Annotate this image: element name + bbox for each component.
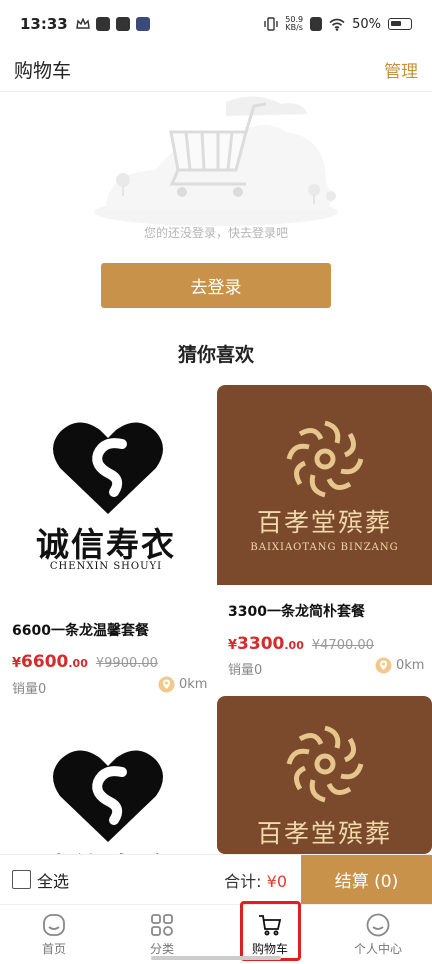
price-row: ¥6600.00 ¥9900.00 [12,652,158,672]
vibrate-icon [264,17,278,31]
brand-name-en: CHENXIN SHOUYI [49,561,163,572]
category-icon [151,914,173,936]
checkout-bar: 全选 合计: ¥0 结算 (0) [0,854,432,905]
product-name: 3300一条龙简朴套餐 [228,604,365,620]
login-button[interactable]: 去登录 [101,263,331,308]
brand-name-cn: 百孝堂殡葬 [256,508,392,537]
message-notification-icon [115,17,130,31]
notification-icons [75,17,150,31]
product-image: 诚信寿衣 [0,716,212,854]
status-bar: 13:33 50.9 KB/s 50% [0,0,432,48]
flower-logo-icon [286,420,364,498]
product-image: 诚信寿衣 CHENXIN SHOUYI [0,406,212,586]
net-speed: 50.9 KB/s [285,15,304,32]
profile-icon [366,913,390,937]
product-price: ¥3300.00 [228,634,304,654]
product-card[interactable]: 百孝堂殡葬 BAIXIAOTANG BINZANG 3300一条龙简朴套餐 ¥3… [217,385,432,685]
brand-name-cn: 百孝堂殡葬 [256,819,392,848]
sales-count: 销量0 [12,682,47,697]
total-amount: ¥0 [266,871,287,891]
wifi-icon [329,18,345,31]
product-price: ¥6600.00 [12,652,88,672]
manage-button[interactable]: 管理 [384,57,418,82]
page-title: 购物车 [14,60,72,82]
product-card[interactable]: 百孝堂殡葬 [217,696,432,854]
battery-icon [388,18,412,30]
settle-button[interactable]: 结算 (0) [301,854,432,905]
empty-cart-message: 您的还没登录，快去登录吧 [143,226,288,240]
distance: 0km [375,657,424,674]
select-all[interactable]: 全选 [12,868,69,892]
product-image: 百孝堂殡葬 [217,696,432,854]
heart-logo-icon [53,750,163,842]
app-notification-icon [95,17,110,31]
home-indicator[interactable] [151,956,281,960]
recommend-title: 猜你喜欢 [177,344,254,366]
sim-icon [310,17,323,31]
brand-name-cn: 诚信寿衣 [36,525,176,564]
flower-logo-icon [286,725,364,803]
select-all-label: 全选 [37,871,70,891]
status-right: 50.9 KB/s 50% [264,16,412,32]
crown-icon [75,18,90,29]
play-notification-icon [135,17,150,31]
page-header: 购物车 管理 [0,48,432,92]
location-pin-icon [375,657,392,674]
status-time: 13:33 [20,15,68,33]
home-icon [43,914,65,936]
total: 合计: ¥0 [224,868,287,892]
sales-count: 销量0 [228,663,263,678]
cart-screen: 13:33 50.9 KB/s 50% 购物车 管理 您的还没登录，快去登录吧 … [0,0,432,964]
distance: 0km [158,676,207,693]
brand-name-cn: 诚信寿衣 [0,844,212,854]
product-name: 6600一条龙温馨套餐 [12,623,149,639]
select-all-checkbox[interactable] [12,870,31,889]
bottom-tab-bar: 首页 分类 购物车 个人中心 [0,904,432,964]
heart-logo-icon [53,422,163,514]
tab-profile[interactable]: 个人中心 [324,905,432,964]
tab-home[interactable]: 首页 [0,905,108,964]
brand-name-en: BAIXIAOTANG BINZANG [250,542,399,553]
product-image: 百孝堂殡葬 BAIXIAOTANG BINZANG [217,385,432,585]
total-label: 合计: [224,871,262,891]
active-tab-highlight [240,901,301,961]
price-row: ¥3300.00 ¥4700.00 [228,634,374,654]
original-price: ¥4700.00 [311,638,374,653]
empty-cart-illustration [94,96,338,226]
location-pin-icon [158,676,175,693]
product-card[interactable]: 诚信寿衣 CHENXIN SHOUYI 6600一条龙温馨套餐 ¥6600.00… [0,406,212,706]
product-card[interactable]: 诚信寿衣 [0,716,212,854]
original-price: ¥9900.00 [95,656,158,671]
battery-percent: 50% [352,16,381,32]
